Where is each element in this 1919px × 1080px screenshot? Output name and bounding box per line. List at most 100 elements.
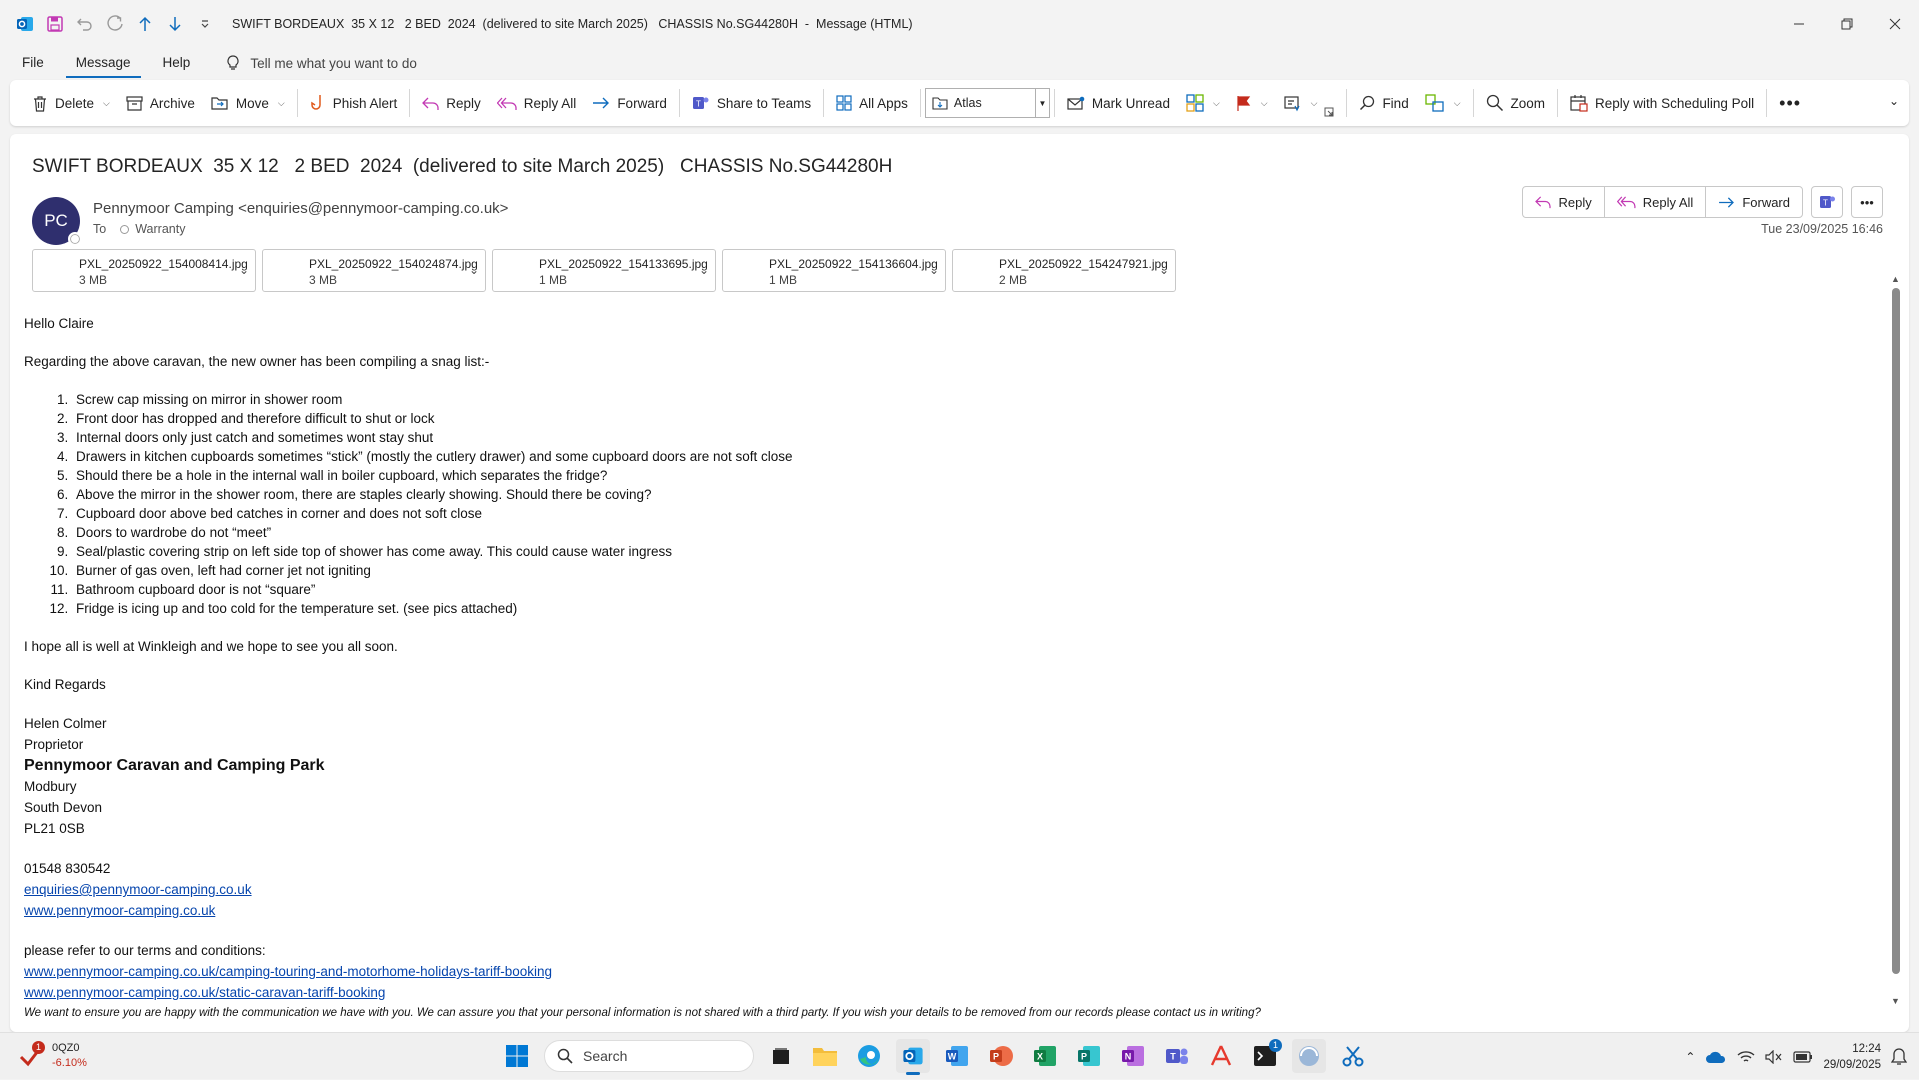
attachment-item[interactable]: PXL_20250922_154136604.jpg 1 MB ⌄ <box>722 249 946 292</box>
onedrive-icon[interactable] <box>1705 1050 1727 1064</box>
follow-up-button[interactable]: ⌵ <box>1228 86 1276 120</box>
dialog-launcher-icon[interactable] <box>1324 107 1334 117</box>
taskbar-teams[interactable]: T <box>1160 1039 1194 1073</box>
header-reply-all-button[interactable]: Reply All <box>1605 187 1707 217</box>
tab-file[interactable]: File <box>12 48 54 78</box>
chevron-down-icon[interactable]: ⌄ <box>469 263 479 277</box>
speaker-muted-icon[interactable] <box>1765 1049 1783 1064</box>
chevron-down-icon[interactable]: ⌄ <box>929 263 939 277</box>
share-to-teams-button[interactable]: T Share to Teams <box>684 86 819 120</box>
taskbar-excel[interactable]: X <box>1028 1039 1062 1073</box>
svg-text:P: P <box>1081 1052 1087 1062</box>
delete-button[interactable]: Delete ⌵ <box>24 86 118 120</box>
atlas-folder-select[interactable]: Atlas ▼ <box>924 88 1050 118</box>
received-date: Tue 23/09/2025 16:46 <box>1761 222 1883 236</box>
taskbar-word[interactable]: W <box>940 1039 974 1073</box>
scrollbar-thumb[interactable] <box>1892 288 1900 974</box>
reply-scheduling-poll-button[interactable]: Reply with Scheduling Poll <box>1562 86 1762 120</box>
stock-widget[interactable]: 1 0QZ0 -6.10% <box>18 1041 87 1071</box>
vertical-scrollbar[interactable]: ▲ ▼ <box>1891 274 1901 1006</box>
move-button[interactable]: Move ⌵ <box>203 86 293 120</box>
ribbon-expand-icon[interactable]: ⌄ <box>1889 94 1899 108</box>
chevron-down-icon[interactable]: ⌵ <box>1454 98 1461 109</box>
attachment-size: 2 MB <box>999 273 1028 287</box>
wifi-icon[interactable] <box>1737 1050 1755 1064</box>
chevron-down-icon[interactable]: ⌄ <box>1159 263 1169 277</box>
header-more-button[interactable]: ••• <box>1851 186 1883 218</box>
terms-touring-link[interactable]: www.pennymoor-camping.co.uk/camping-tour… <box>24 964 552 979</box>
divider <box>678 89 680 117</box>
reply-button[interactable]: Reply <box>414 86 489 120</box>
chevron-down-icon[interactable]: ⌵ <box>1213 98 1220 109</box>
header-reply-button[interactable]: Reply <box>1523 187 1605 217</box>
title-bar: SWIFT BORDEAUX 35 X 12 2 BED 2024 (deliv… <box>0 0 1919 48</box>
restore-button[interactable] <box>1823 0 1871 48</box>
battery-icon[interactable] <box>1793 1050 1813 1063</box>
mark-unread-button[interactable]: Mark Unread <box>1059 86 1178 120</box>
attachment-item[interactable]: PXL_20250922_154008414.jpg 3 MB ⌄ <box>32 249 256 292</box>
translate-button[interactable]: ⌵ <box>1417 86 1469 120</box>
chevron-down-icon[interactable]: ⌵ <box>1311 98 1318 109</box>
start-button[interactable] <box>500 1039 534 1073</box>
taskbar-outlook[interactable] <box>896 1039 930 1075</box>
taskbar-terminal[interactable]: 1 <box>1248 1039 1282 1073</box>
forward-button[interactable]: Forward <box>584 86 675 120</box>
chevron-down-icon[interactable]: ⌵ <box>1261 98 1268 109</box>
taskbar-search[interactable]: Search <box>544 1040 754 1072</box>
header-forward-button[interactable]: Forward <box>1706 187 1802 217</box>
chevron-down-icon[interactable]: ⌵ <box>103 98 110 109</box>
sender-address[interactable]: Pennymoor Camping <enquiries@pennymoor-c… <box>93 200 508 217</box>
close-button[interactable] <box>1871 0 1919 48</box>
reply-all-button[interactable]: Reply All <box>489 86 585 120</box>
zoom-button[interactable]: Zoom <box>1478 86 1554 120</box>
scroll-up-icon[interactable]: ▲ <box>1891 274 1900 284</box>
lightbulb-icon <box>227 55 239 70</box>
taskbar-publisher[interactable]: P <box>1072 1039 1106 1073</box>
tab-help[interactable]: Help <box>153 48 201 78</box>
phish-alert-label: Phish Alert <box>332 95 398 111</box>
undo-icon[interactable] <box>74 13 96 35</box>
signature-email-link[interactable]: enquiries@pennymoor-camping.co.uk <box>24 882 252 897</box>
taskbar-onenote[interactable]: N <box>1116 1039 1150 1073</box>
customize-toolbar-icon[interactable] <box>194 13 216 35</box>
chevron-down-icon[interactable]: ▼ <box>1034 89 1049 117</box>
archive-button[interactable]: Archive <box>118 86 203 120</box>
taskbar-edge[interactable] <box>852 1039 886 1073</box>
attachment-item[interactable]: PXL_20250922_154024874.jpg 3 MB ⌄ <box>262 249 486 292</box>
chevron-down-icon[interactable]: ⌄ <box>699 263 709 277</box>
svg-text:T: T <box>1170 1052 1176 1062</box>
chevron-down-icon[interactable]: ⌵ <box>278 98 285 109</box>
tell-me-search[interactable]: Tell me what you want to do <box>226 55 417 71</box>
taskbar-file-explorer[interactable] <box>808 1039 842 1073</box>
minimize-button[interactable] <box>1775 0 1823 48</box>
categorize-button[interactable]: ⌵ <box>1178 86 1228 120</box>
tell-me-label: Tell me what you want to do <box>250 55 417 71</box>
more-commands-button[interactable]: ••• <box>1771 86 1809 120</box>
taskbar-browser[interactable] <box>1292 1039 1326 1073</box>
all-apps-button[interactable]: All Apps <box>828 86 916 120</box>
attachment-item[interactable]: PXL_20250922_154247921.jpg 2 MB ⌄ <box>952 249 1176 292</box>
next-item-icon[interactable] <box>164 13 186 35</box>
taskbar-acrobat[interactable] <box>1204 1039 1238 1073</box>
recipient-name[interactable]: Warranty <box>135 222 185 236</box>
notification-bell-icon[interactable] <box>1891 1047 1907 1066</box>
header-teams-button[interactable]: T <box>1811 186 1843 218</box>
taskbar-snipping-tool[interactable] <box>1336 1039 1370 1073</box>
tab-message[interactable]: Message <box>65 48 141 78</box>
taskbar-powerpoint[interactable]: P <box>984 1039 1018 1073</box>
scroll-down-icon[interactable]: ▼ <box>1891 996 1900 1006</box>
onenote-icon: N <box>1122 1046 1144 1066</box>
redo-icon[interactable] <box>104 13 126 35</box>
terms-static-link[interactable]: www.pennymoor-camping.co.uk/static-carav… <box>24 985 385 1000</box>
find-button[interactable]: Find <box>1351 86 1416 120</box>
save-icon[interactable] <box>44 13 66 35</box>
attachment-item[interactable]: PXL_20250922_154133695.jpg 1 MB ⌄ <box>492 249 716 292</box>
quick-steps-button[interactable]: ⌵ <box>1276 86 1343 120</box>
chevron-down-icon[interactable]: ⌄ <box>239 263 249 277</box>
signature-website-link[interactable]: www.pennymoor-camping.co.uk <box>24 903 215 918</box>
previous-item-icon[interactable] <box>134 13 156 35</box>
chevron-up-icon[interactable]: ⌃ <box>1685 1050 1695 1064</box>
phish-alert-button[interactable]: Phish Alert <box>302 86 406 120</box>
clock[interactable]: 12:24 29/09/2025 <box>1823 1041 1881 1073</box>
taskbar-task-view[interactable] <box>764 1039 798 1073</box>
